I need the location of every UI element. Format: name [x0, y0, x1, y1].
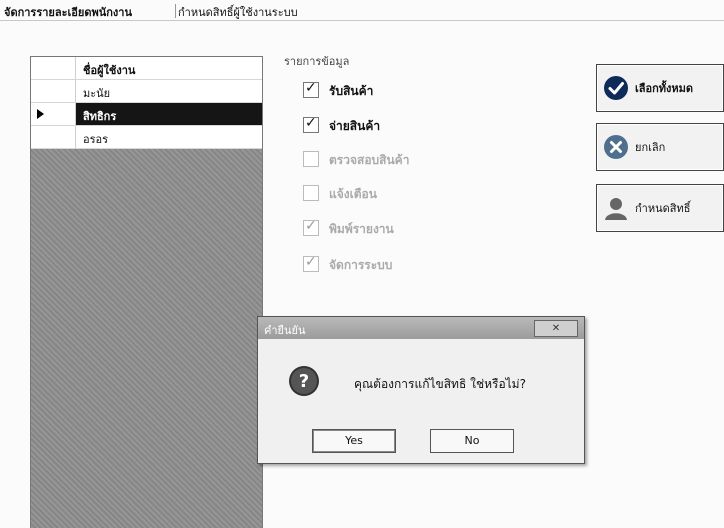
current-row-arrow-icon — [37, 109, 44, 119]
select-all-button[interactable]: เลือกทั้งหมด — [596, 64, 724, 112]
no-button[interactable]: No — [430, 429, 514, 453]
tab-employee-details[interactable]: จัดการรายละเอียดพนักงาน — [4, 3, 132, 21]
grid-row[interactable]: อรอร — [31, 126, 262, 149]
grid-header: ชื่อผู้ใช้งาน — [31, 57, 262, 80]
question-icon: ? — [289, 366, 319, 396]
user-icon — [605, 198, 627, 220]
permission-checkbox[interactable] — [303, 80, 319, 98]
dialog-message: คุณต้องการแก้ไขสิทธิ ใช่หรือไม่? — [354, 377, 526, 391]
permission-label: รับสินค้า — [329, 84, 374, 98]
set-permission-button[interactable]: กำหนดสิทธิ์ — [596, 184, 724, 232]
tab-divider — [175, 4, 176, 18]
tab-user-permissions[interactable]: กำหนดสิทธิ์ผู้ใช้งานระบบ — [178, 3, 298, 21]
yes-button[interactable]: Yes — [312, 429, 396, 453]
row-header-cell — [31, 57, 76, 79]
confirm-dialog: คำยืนยัน ✕ ? คุณต้องการแก้ไขสิทธิ ใช่หรื… — [257, 316, 585, 464]
username-cell[interactable]: สิทธิกร — [83, 107, 116, 125]
cancel-circle-icon — [604, 135, 628, 159]
row-selector[interactable] — [31, 126, 76, 148]
username-cell[interactable]: มะนัย — [83, 84, 110, 102]
dialog-close-button[interactable]: ✕ — [534, 320, 578, 337]
check-circle-icon — [604, 76, 628, 100]
username-cell[interactable]: อรอร — [83, 130, 108, 148]
permissions-group-title: รายการข้อมูล — [284, 55, 350, 68]
permission-label: แจ้งเตือน — [329, 187, 377, 201]
permission-label: จ่ายสินค้า — [329, 119, 381, 133]
tab-underline — [0, 20, 724, 21]
permission-checkbox[interactable] — [303, 218, 319, 236]
row-selector[interactable] — [31, 103, 76, 125]
dialog-titlebar[interactable]: คำยืนยัน ✕ — [258, 317, 584, 339]
permission-checkbox[interactable] — [303, 254, 319, 272]
select-all-label: เลือกทั้งหมด — [635, 82, 694, 95]
set-permission-label: กำหนดสิทธิ์ — [635, 202, 691, 215]
svg-text:?: ? — [299, 371, 309, 392]
grid-row-selected[interactable]: สิทธิกร — [31, 103, 262, 126]
column-header-username[interactable]: ชื่อผู้ใช้งาน — [83, 61, 135, 79]
cancel-button[interactable]: ยกเลิก — [596, 123, 724, 171]
user-grid[interactable]: ชื่อผู้ใช้งาน มะนัย สิทธิกร อรอร — [30, 56, 263, 528]
permission-checkbox[interactable] — [303, 115, 319, 133]
tab-strip: จัดการรายละเอียดพนักงาน กำหนดสิทธิ์ผู้ใช… — [0, 0, 724, 21]
permission-label: พิมพ์รายงาน — [329, 222, 394, 236]
grid-row[interactable]: มะนัย — [31, 80, 262, 103]
permission-label: ตรวจสอบสินค้า — [329, 153, 410, 167]
dialog-title: คำยืนยัน — [264, 324, 306, 337]
row-selector[interactable] — [31, 80, 76, 102]
cancel-label: ยกเลิก — [635, 141, 666, 154]
permission-label: จัดการระบบ — [329, 258, 393, 272]
permission-checkbox[interactable] — [303, 151, 319, 167]
permission-checkbox[interactable] — [303, 185, 319, 201]
